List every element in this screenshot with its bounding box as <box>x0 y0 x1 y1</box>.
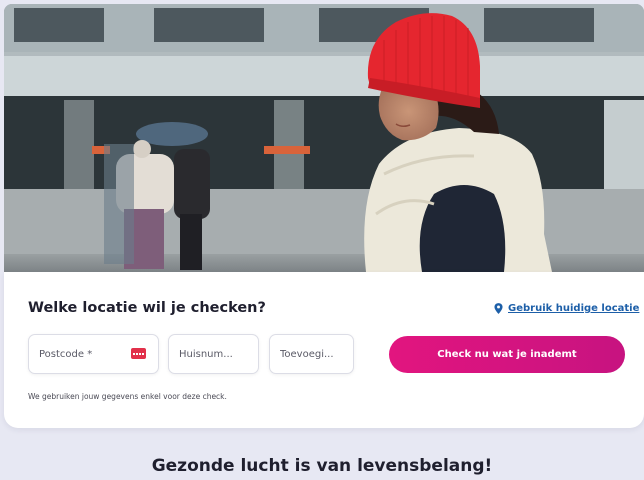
huisnummer-input[interactable] <box>179 348 258 360</box>
check-button[interactable]: Check nu wat je inademt <box>389 336 625 373</box>
huisnummer-field[interactable] <box>168 334 259 374</box>
toevoeging-input[interactable] <box>280 348 353 360</box>
location-form-card: Welke locatie wil je checken? Gebruik hu… <box>4 272 644 428</box>
use-current-location-link[interactable]: Gebruik huidige locatie <box>494 303 639 314</box>
use-current-location-label: Gebruik huidige locatie <box>508 303 640 314</box>
toevoeging-field[interactable] <box>269 334 354 374</box>
keyboard-icon <box>131 348 146 359</box>
postcode-field[interactable] <box>28 334 159 374</box>
section-title: Gezonde lucht is van levensbelang! <box>151 456 493 476</box>
map-pin-icon <box>494 303 503 314</box>
hero-image <box>4 4 644 272</box>
form-title: Welke locatie wil je checken? <box>28 300 266 316</box>
privacy-note: We gebruiken jouw gegevens enkel voor de… <box>28 392 227 401</box>
